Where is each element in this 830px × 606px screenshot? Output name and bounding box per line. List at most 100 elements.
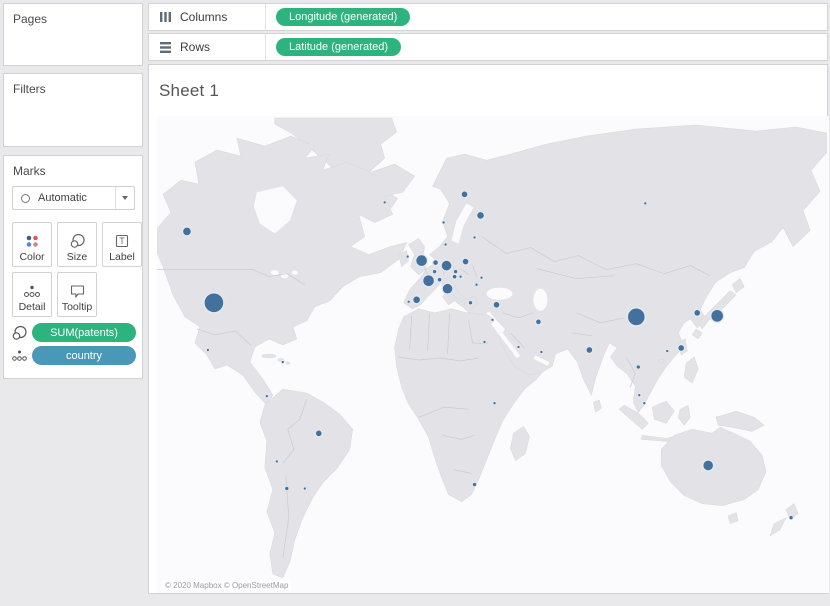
map-bubble-japan[interactable] — [711, 309, 724, 322]
map-bubble-south-africa[interactable] — [473, 483, 477, 487]
map-bubble-argentina[interactable] — [285, 487, 289, 491]
map-bubble-italy[interactable] — [442, 283, 453, 294]
detail-encoding-row: country — [11, 346, 136, 365]
map-bubble-iceland[interactable] — [383, 201, 386, 204]
map-bubble-kenya[interactable] — [493, 402, 496, 405]
map-bubble-turkey[interactable] — [493, 301, 500, 308]
map-bubble-estonia[interactable] — [473, 236, 476, 239]
label-button-label: Label — [109, 251, 135, 263]
size-button-label: Size — [67, 251, 87, 263]
marks-card: Marks Automatic Color Size T Label — [3, 155, 143, 379]
map-svg — [157, 116, 827, 593]
map-bubble-greece[interactable] — [469, 301, 473, 305]
map-bubble-iran[interactable] — [535, 319, 541, 325]
mark-type-dropdown[interactable]: Automatic — [12, 186, 135, 210]
map-bubble-ireland[interactable] — [406, 255, 409, 258]
columns-shelf[interactable]: Columns Longitude (generated) — [148, 3, 828, 31]
tooltip-icon — [69, 283, 86, 299]
map-bubble-austria[interactable] — [452, 274, 457, 279]
marks-title: Marks — [4, 156, 142, 178]
chevron-down-icon — [122, 196, 128, 200]
map-bubble-israel[interactable] — [491, 318, 494, 321]
color-button[interactable]: Color — [12, 222, 52, 267]
map-bubble-india[interactable] — [586, 346, 593, 353]
size-icon — [69, 233, 86, 249]
detail-button[interactable]: Detail — [12, 272, 52, 317]
map-bubble-denmark[interactable] — [444, 243, 447, 246]
filters-title: Filters — [4, 74, 142, 96]
map-bubble-brazil[interactable] — [315, 430, 322, 437]
tooltip-button[interactable]: Tooltip — [57, 272, 97, 317]
dropdown-caret[interactable] — [115, 187, 134, 209]
map-bubble-uruguay[interactable] — [303, 487, 306, 490]
sum-patents-pill[interactable]: SUM(patents) — [32, 323, 136, 342]
label-icon: T — [114, 233, 130, 249]
map-bubble-usa[interactable] — [204, 293, 224, 313]
size-encoding-row: SUM(patents) — [11, 323, 136, 342]
columns-label: Columns — [180, 10, 227, 24]
mark-type-label: Automatic — [38, 192, 115, 204]
map-bubble-saudi-arabia[interactable] — [517, 345, 520, 348]
map-view[interactable]: © 2020 Mapbox © OpenStreetMap — [157, 116, 829, 593]
rows-label: Rows — [180, 40, 210, 54]
map-bubble-finland[interactable] — [477, 211, 485, 219]
tooltip-button-label: Tooltip — [62, 301, 92, 313]
map-bubble-ukraine[interactable] — [480, 276, 483, 279]
map-bubble-china[interactable] — [627, 308, 645, 326]
map-bubble-hong-kong[interactable] — [666, 349, 669, 352]
size-button[interactable]: Size — [57, 222, 97, 267]
columns-icon — [159, 11, 172, 23]
map-bubble-switzerland[interactable] — [437, 277, 442, 282]
country-pill[interactable]: country — [32, 346, 136, 365]
map-bubble-colombia[interactable] — [265, 395, 268, 398]
circle-mark-icon — [21, 194, 30, 203]
map-bubble-uk[interactable] — [416, 255, 428, 267]
rows-shelf-head: Rows — [149, 34, 266, 60]
filters-shelf[interactable]: Filters — [3, 73, 143, 147]
map-bubble-canada[interactable] — [182, 227, 191, 236]
map-bubble-russia[interactable] — [644, 202, 647, 205]
color-icon — [24, 234, 40, 249]
map-bubble-mexico[interactable] — [206, 348, 209, 351]
map-bubble-new-zealand[interactable] — [789, 516, 793, 520]
detail-button-label: Detail — [19, 301, 46, 313]
map-bubble-netherlands[interactable] — [433, 260, 439, 266]
map-bubble-taiwan[interactable] — [678, 344, 685, 351]
map-bubble-chile[interactable] — [275, 460, 278, 463]
detail-icon — [23, 284, 41, 299]
map-bubble-spain[interactable] — [413, 296, 421, 304]
svg-text:T: T — [119, 236, 125, 246]
label-button[interactable]: T Label — [102, 222, 142, 267]
map-bubble-uae[interactable] — [540, 350, 543, 353]
map-bubble-caribbean[interactable] — [281, 361, 284, 364]
pages-shelf[interactable]: Pages — [3, 3, 143, 66]
rows-icon — [159, 41, 172, 53]
worksheet: Sheet 1 — [148, 64, 828, 594]
map-bubble-hungary[interactable] — [459, 275, 462, 278]
map-bubble-malaysia[interactable] — [638, 394, 641, 397]
map-bubble-poland[interactable] — [462, 258, 469, 265]
map-bubble-norway[interactable] — [461, 191, 468, 198]
map-bubble-south-korea[interactable] — [694, 309, 701, 316]
detail-icon — [11, 349, 28, 363]
map-attribution: © 2020 Mapbox © OpenStreetMap — [162, 581, 291, 590]
map-bubble-sweden[interactable] — [442, 221, 445, 224]
longitude-pill[interactable]: Longitude (generated) — [276, 8, 410, 26]
tableau-workspace: { "panels": { "pages": { "title": "Pages… — [0, 0, 830, 606]
pages-title: Pages — [4, 4, 142, 26]
latitude-pill[interactable]: Latitude (generated) — [276, 38, 401, 56]
rows-shelf[interactable]: Rows Latitude (generated) — [148, 33, 828, 61]
columns-shelf-head: Columns — [149, 4, 266, 30]
map-bubble-romania[interactable] — [475, 283, 478, 286]
map-bubble-czechia[interactable] — [454, 270, 458, 274]
size-icon — [11, 325, 28, 341]
map-bubble-germany[interactable] — [441, 260, 452, 271]
map-bubble-france[interactable] — [423, 275, 435, 287]
map-bubble-portugal[interactable] — [407, 300, 410, 303]
sheet-title: Sheet 1 — [159, 81, 219, 101]
map-bubble-singapore[interactable] — [643, 402, 646, 405]
map-bubble-egypt[interactable] — [483, 340, 486, 343]
map-bubble-thailand[interactable] — [636, 365, 640, 369]
map-bubble-belgium[interactable] — [433, 270, 437, 274]
map-bubble-australia[interactable] — [703, 460, 714, 471]
